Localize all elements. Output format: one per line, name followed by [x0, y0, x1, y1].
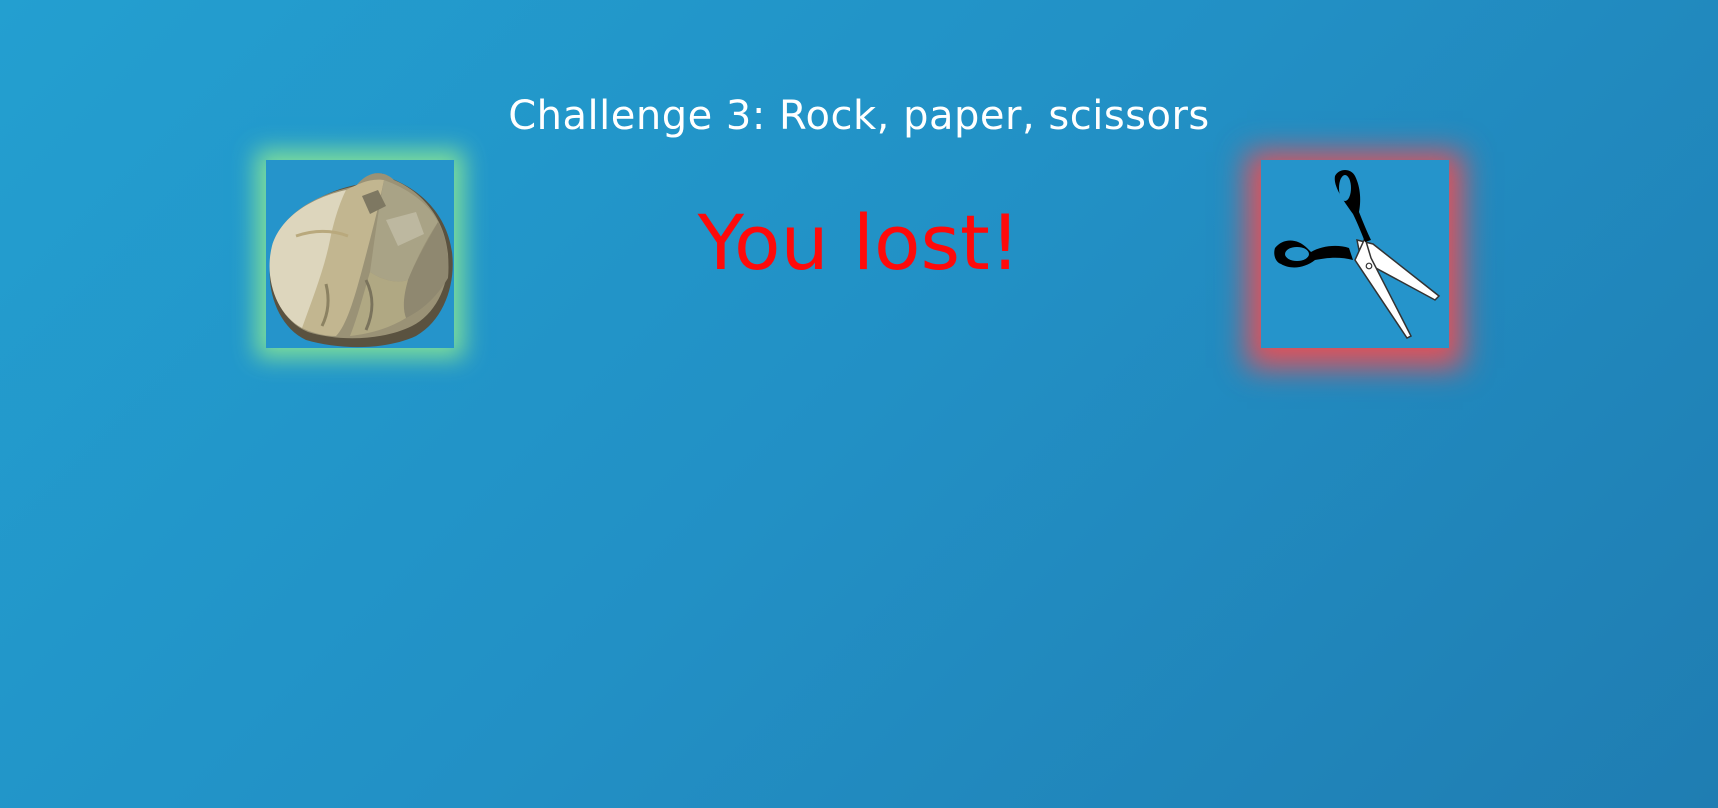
- challenge-title: Challenge 3: Rock, paper, scissors: [508, 93, 1210, 139]
- scissors-icon: [1274, 170, 1441, 339]
- result-message: You lost!: [697, 198, 1021, 287]
- bot-choice-card[interactable]: [1261, 160, 1449, 348]
